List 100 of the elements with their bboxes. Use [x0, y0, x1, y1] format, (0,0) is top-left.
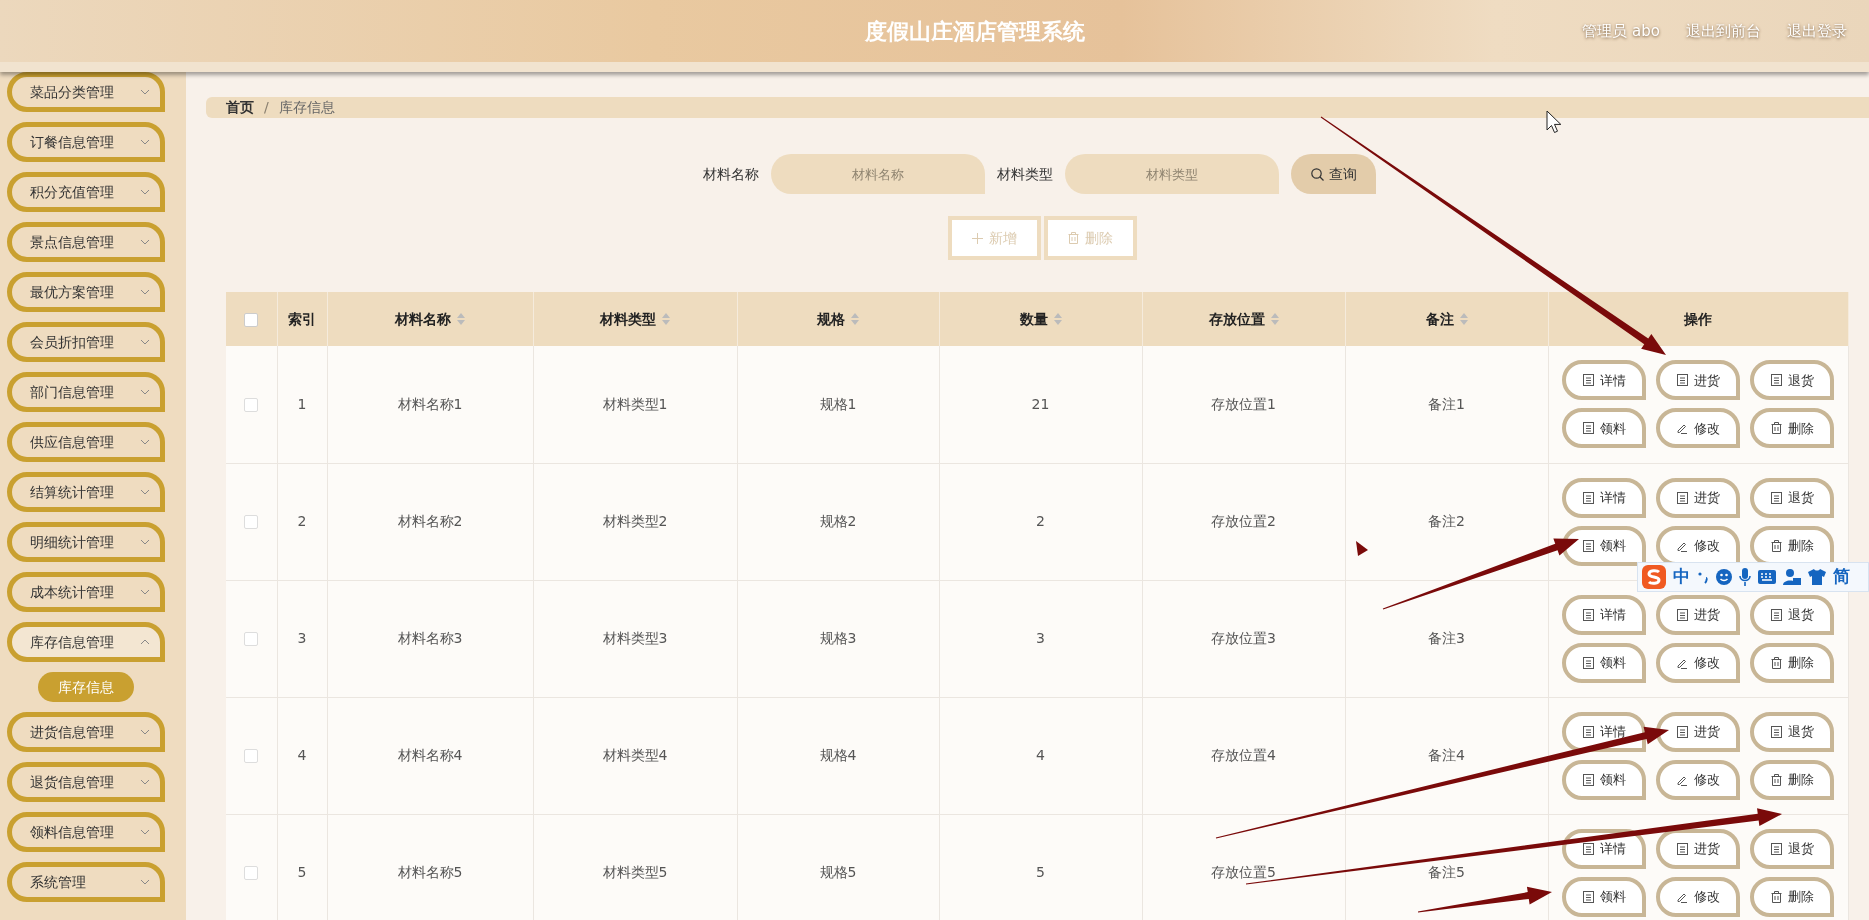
chevron-down-icon — [140, 139, 150, 145]
chevron-down-icon — [140, 439, 150, 445]
chevron-down-icon — [140, 389, 150, 395]
row-action-button[interactable]: 退货 — [1750, 360, 1834, 401]
document-icon — [1676, 842, 1688, 855]
table-cell: 材料名称4 — [327, 697, 533, 814]
table-cell: 规格3 — [737, 580, 939, 697]
chevron-down-icon — [140, 189, 150, 195]
table-cell: 存放位置1 — [1142, 346, 1345, 463]
row-action-button[interactable]: 进货 — [1656, 594, 1740, 635]
row-action-button[interactable]: 领料 — [1562, 759, 1646, 800]
row-action-button[interactable]: 详情 — [1562, 594, 1646, 635]
row-checkbox[interactable] — [244, 632, 259, 646]
row-action-button[interactable]: 进货 — [1656, 477, 1740, 518]
chevron-down-icon — [140, 339, 150, 345]
table-cell: 21 — [939, 346, 1142, 463]
trash-icon — [1770, 890, 1782, 903]
sidebar-menu-item[interactable]: 部门信息管理 — [7, 372, 165, 412]
sidebar-menu-item[interactable]: 结算统计管理 — [7, 472, 165, 512]
sidebar-menu-item[interactable]: 明细统计管理 — [7, 522, 165, 562]
sidebar-menu-item[interactable]: 退货信息管理 — [7, 762, 165, 802]
ime-logo-icon[interactable] — [1642, 565, 1666, 589]
sidebar-menu-item[interactable]: 景点信息管理 — [7, 222, 165, 262]
row-action-button[interactable]: 修改 — [1656, 876, 1740, 917]
row-checkbox[interactable] — [244, 515, 259, 529]
trash-icon — [1770, 422, 1782, 435]
table-cell: 材料名称1 — [327, 346, 533, 463]
table-cell: 4 — [939, 697, 1142, 814]
chevron-down-icon — [140, 829, 150, 835]
chevron-down-icon — [140, 89, 150, 95]
table-cell: 3 — [277, 580, 327, 697]
row-action-button[interactable]: 删除 — [1750, 408, 1834, 449]
sidebar-menu-item[interactable]: 进货信息管理 — [7, 712, 165, 752]
table-cell: 材料名称2 — [327, 463, 533, 580]
sort-icon — [662, 313, 670, 325]
document-icon — [1582, 773, 1594, 786]
table-cell: 规格4 — [737, 697, 939, 814]
row-action-button[interactable]: 详情 — [1562, 477, 1646, 518]
sidebar-menu-item[interactable]: 库存信息管理 — [7, 622, 165, 662]
row-action-button[interactable]: 修改 — [1656, 759, 1740, 800]
shirt-icon[interactable] — [1808, 569, 1826, 585]
select-all-checkbox[interactable] — [244, 312, 259, 327]
row-action-button[interactable]: 领料 — [1562, 642, 1646, 683]
arrowhead-mark — [1356, 541, 1368, 556]
table-cell: 4 — [277, 697, 327, 814]
row-checkbox[interactable] — [244, 397, 259, 412]
chevron-down-icon — [140, 589, 150, 595]
sidebar-menu-item[interactable]: 菜品分类管理 — [7, 72, 165, 112]
row-action-button[interactable]: 进货 — [1656, 828, 1740, 869]
chevron-down-icon — [140, 779, 150, 785]
trash-icon — [1770, 539, 1782, 552]
document-icon — [1676, 491, 1688, 504]
ime-mode-label[interactable]: 中 — [1673, 564, 1690, 590]
document-icon — [1582, 656, 1594, 669]
table-cell: 3 — [939, 580, 1142, 697]
row-action-button[interactable]: 退货 — [1750, 477, 1834, 518]
search-field[interactable]: 材料名称 — [771, 154, 985, 194]
sidebar-menu-item[interactable]: 领料信息管理 — [7, 812, 165, 852]
table-cell: 备注1 — [1345, 346, 1548, 463]
row-action-button[interactable]: 退货 — [1750, 828, 1834, 869]
sidebar-menu-item[interactable]: 会员折扣管理 — [7, 322, 165, 362]
document-icon — [1770, 491, 1782, 504]
row-action-button[interactable]: 删除 — [1750, 876, 1834, 917]
system-title: 度假山庄酒店管理系统 — [864, 17, 1085, 46]
row-action-button[interactable]: 领料 — [1562, 876, 1646, 917]
sidebar-menu-item[interactable]: 系统管理 — [7, 862, 165, 902]
row-action-button[interactable]: 删除 — [1750, 759, 1834, 800]
sidebar-menu-item[interactable]: 积分充值管理 — [7, 172, 165, 212]
ime-script-label[interactable]: 简 — [1833, 564, 1850, 590]
row-checkbox[interactable] — [244, 749, 259, 763]
sidebar-menu-item[interactable]: 最优方案管理 — [7, 272, 165, 312]
document-icon — [1676, 725, 1688, 738]
emoji-icon[interactable] — [1716, 569, 1732, 585]
row-action-button[interactable]: 进货 — [1656, 711, 1740, 752]
row-action-button[interactable]: 详情 — [1562, 360, 1646, 401]
microphone-icon[interactable] — [1739, 568, 1751, 586]
sidebar-menu-item[interactable]: 订餐信息管理 — [7, 122, 165, 162]
row-action-button[interactable]: 进货 — [1656, 360, 1740, 401]
sidebar-menu-item[interactable]: 供应信息管理 — [7, 422, 165, 462]
row-action-button[interactable]: 删除 — [1750, 642, 1834, 683]
keyboard-icon[interactable] — [1758, 570, 1776, 584]
table-cell: 材料类型3 — [533, 580, 737, 697]
search-field[interactable]: 材料类型 — [1065, 154, 1279, 194]
row-action-button[interactable]: 领料 — [1562, 408, 1646, 449]
document-icon — [1582, 539, 1594, 552]
punctuation-icon[interactable] — [1697, 570, 1709, 584]
sidebar-menu-item[interactable]: 成本统计管理 — [7, 572, 165, 612]
row-action-button[interactable]: 修改 — [1656, 408, 1740, 449]
row-checkbox[interactable] — [244, 866, 259, 880]
table-cell: 存放位置3 — [1142, 580, 1345, 697]
chevron-down-icon — [140, 239, 150, 245]
row-action-button[interactable]: 领料 — [1562, 525, 1646, 566]
breadcrumb-item[interactable]: 首页 — [226, 97, 254, 118]
user-icon[interactable] — [1783, 568, 1801, 586]
row-action-button[interactable]: 退货 — [1750, 711, 1834, 752]
search-button[interactable]: 查询 — [1291, 154, 1376, 194]
table-cell: 1 — [277, 346, 327, 463]
row-action-button[interactable]: 退货 — [1750, 594, 1834, 635]
row-action-button[interactable]: 修改 — [1656, 642, 1740, 683]
document-icon — [1582, 422, 1594, 435]
